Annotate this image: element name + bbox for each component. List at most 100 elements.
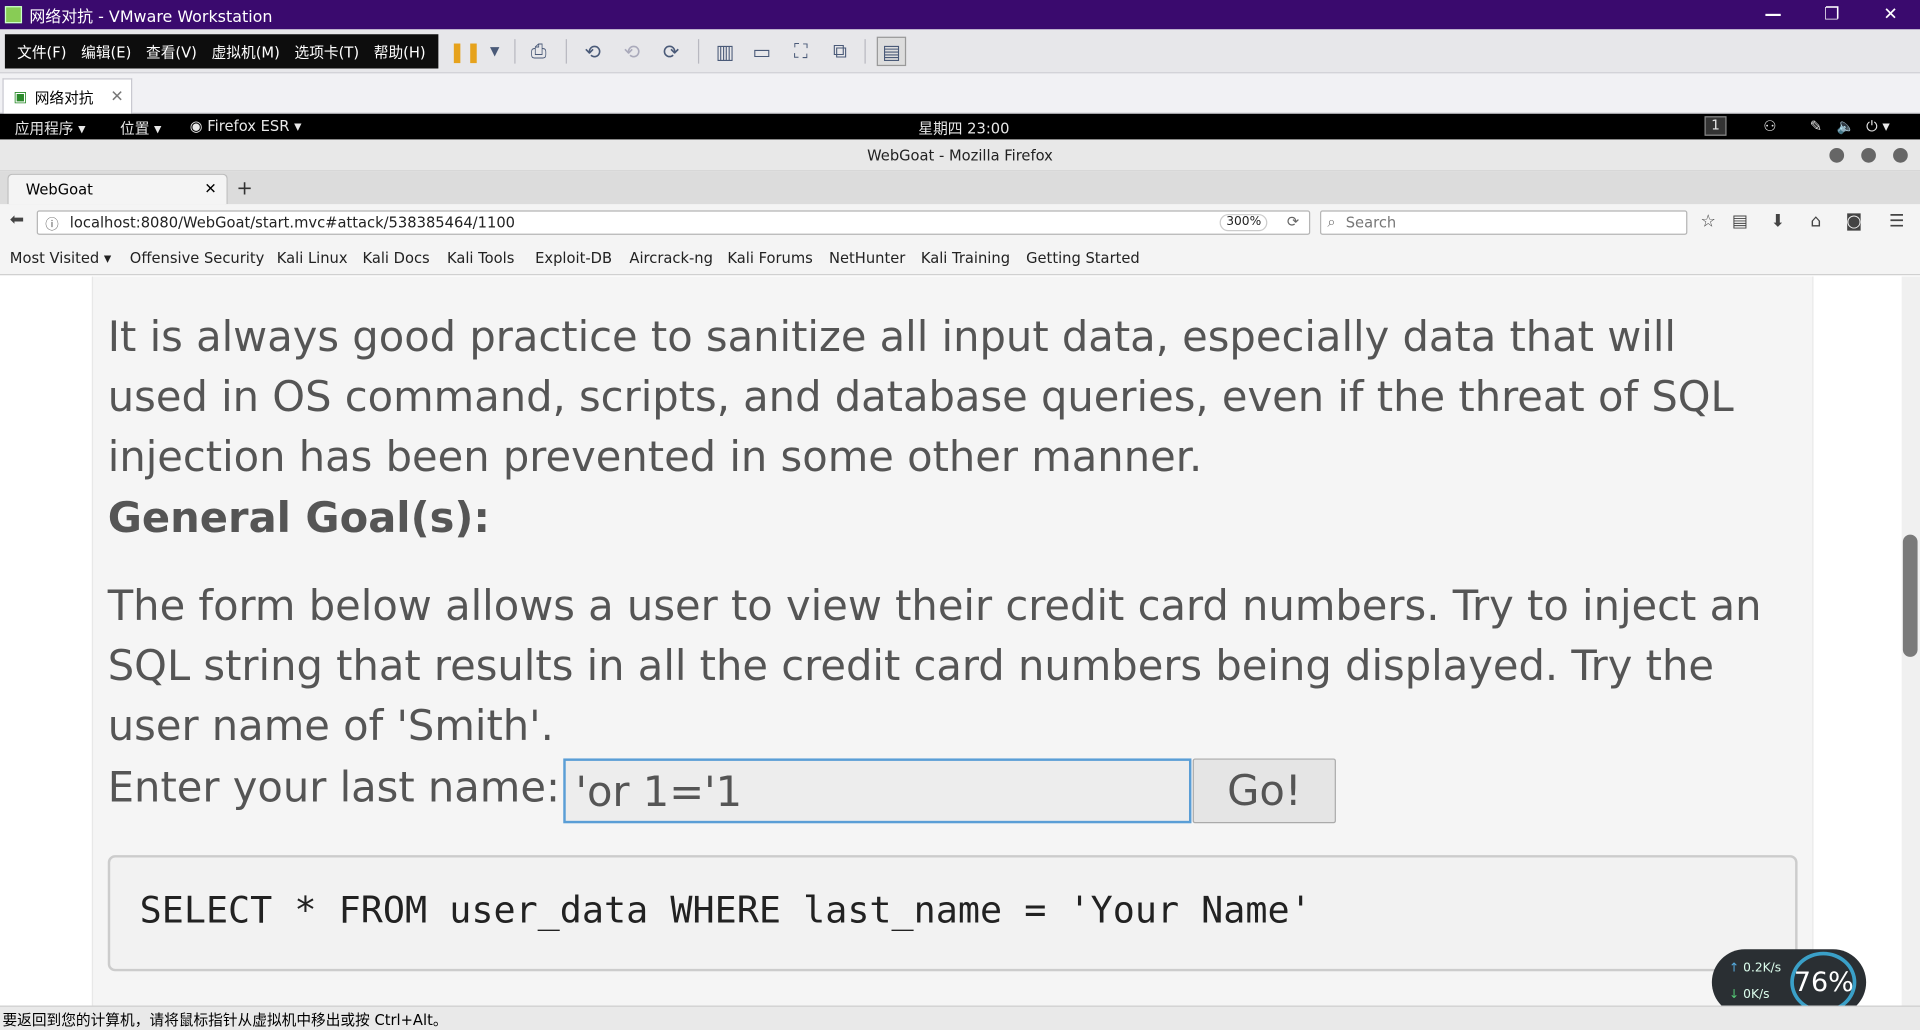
- users-icon[interactable]: ⚇: [1763, 117, 1776, 134]
- ff-close-icon[interactable]: [1893, 148, 1908, 163]
- kali-top-panel: 应用程序 ▾ 位置 ▾ ◉ Firefox ESR ▾ 星期四 23:00 1 …: [0, 113, 1920, 140]
- status-message: 要返回到您的计算机，请将鼠标指针从虚拟机中移出或按 Ctrl+Alt。: [2, 1011, 448, 1029]
- home-icon[interactable]: ⌂: [1805, 212, 1827, 234]
- menu-tabs[interactable]: 选项卡(T): [287, 41, 366, 62]
- fullscreen-icon[interactable]: ⛶: [786, 37, 815, 66]
- tab-vm-label: 网络对抗: [34, 88, 94, 106]
- bookmark-kali-docs[interactable]: Kali Docs: [362, 250, 429, 267]
- goal-line-3: user name of 'Smith'.: [107, 702, 554, 752]
- bookmark-offensive-security[interactable]: Offensive Security: [130, 250, 265, 267]
- thumbnail-view-icon[interactable]: ▤: [876, 36, 907, 67]
- downloads-icon[interactable]: ⬇: [1767, 212, 1789, 234]
- firefox-nav-bar: ⬅ ⓘ localhost:8080/WebGoat/start.mvc#att…: [0, 204, 1920, 241]
- firefox-title-bar: WebGoat - Mozilla Firefox: [0, 139, 1920, 172]
- upload-speed-value: 0.2K/s: [1743, 961, 1782, 975]
- page-content: It is always good practice to sanitize a…: [0, 276, 1902, 1006]
- firefox-tab-bar: WebGoat ✕ +: [0, 171, 1920, 205]
- revert-snapshot-icon[interactable]: ⟲: [617, 37, 646, 66]
- tab-webgoat-title: WebGoat: [25, 181, 93, 199]
- bookmark-kali-training[interactable]: Kali Training: [921, 250, 1010, 267]
- close-icon[interactable]: ✕: [110, 87, 123, 105]
- bookmark-exploit-db[interactable]: Exploit-DB: [535, 250, 612, 267]
- bookmarks-toolbar: Most Visited ▾ Offensive Security Kali L…: [0, 240, 1920, 276]
- vmware-tab-bar: ▣ 网络对抗 ✕: [0, 73, 1920, 114]
- close-icon[interactable]: ✕: [204, 180, 216, 197]
- upload-arrow-icon: ↑: [1728, 961, 1740, 975]
- firefox-menu[interactable]: ◉ Firefox ESR ▾: [190, 117, 302, 134]
- bookmark-most-visited[interactable]: Most Visited ▾: [10, 250, 111, 267]
- bookmark-getting-started[interactable]: Getting Started: [1026, 250, 1140, 267]
- volume-icon[interactable]: 🔈: [1837, 117, 1855, 134]
- applications-menu[interactable]: 应用程序 ▾: [15, 117, 86, 138]
- workspace-indicator[interactable]: 1: [1704, 116, 1727, 136]
- zoom-indicator[interactable]: 300%: [1220, 214, 1268, 232]
- close-button[interactable]: ✕: [1861, 0, 1920, 29]
- ff-minimize-icon[interactable]: [1829, 148, 1845, 163]
- download-speed: ↓ 0K/s: [1729, 988, 1770, 1001]
- restore-button[interactable]: ❐: [1802, 0, 1861, 29]
- sql-query-display: SELECT * FROM user_data WHERE last_name …: [107, 855, 1798, 972]
- menu-view[interactable]: 查看(V): [139, 41, 205, 62]
- vmware-title-bar: 网络对抗 - VMware Workstation — ❐ ✕: [0, 0, 1920, 30]
- last-name-label: Enter your last name:: [107, 763, 561, 813]
- goal-line-2: SQL string that results in all the credi…: [107, 642, 1714, 692]
- url-text: localhost:8080/WebGoat/start.mvc#attack/…: [69, 214, 516, 232]
- url-bar[interactable]: ⓘ localhost:8080/WebGoat/start.mvc#attac…: [36, 210, 1311, 235]
- reading-list-icon[interactable]: ▤: [1729, 212, 1751, 234]
- pen-icon[interactable]: ✎: [1810, 117, 1822, 134]
- vmware-toolbar: 文件(F) 编辑(E) 查看(V) 虚拟机(M) 选项卡(T) 帮助(H) ❚❚…: [0, 29, 1920, 74]
- unity-icon[interactable]: ⧉: [825, 37, 854, 66]
- bookmark-kali-linux[interactable]: Kali Linux: [277, 250, 348, 267]
- firefox-window-title: WebGoat - Mozilla Firefox: [867, 146, 1053, 164]
- vmware-menu-bar: 文件(F) 编辑(E) 查看(V) 虚拟机(M) 选项卡(T) 帮助(H): [4, 34, 438, 69]
- upload-speed: ↑ 0.2K/s: [1729, 962, 1781, 975]
- send-ctrl-alt-del-icon[interactable]: ⎙: [524, 37, 553, 66]
- snapshot-icon[interactable]: ⟲: [578, 37, 607, 66]
- ff-maximize-icon[interactable]: [1861, 148, 1876, 163]
- search-input[interactable]: ⌕ Search: [1320, 210, 1688, 235]
- goal-line-1: The form below allows a user to view the…: [107, 582, 1762, 632]
- usage-percent: 76%: [1790, 951, 1857, 1013]
- console-view-icon[interactable]: ▭: [747, 37, 776, 66]
- download-arrow-icon: ↓: [1728, 988, 1740, 1002]
- bookmark-star-icon[interactable]: ☆: [1697, 212, 1719, 234]
- sidebar-icon[interactable]: ▥: [710, 37, 739, 66]
- intro-line-3: injection has been prevented in some oth…: [107, 433, 1203, 482]
- back-icon[interactable]: ⬅: [10, 210, 24, 230]
- minimize-button[interactable]: —: [1744, 0, 1803, 29]
- firefox-menu-label: Firefox ESR ▾: [207, 117, 302, 135]
- info-icon[interactable]: ⓘ: [45, 214, 58, 234]
- last-name-input[interactable]: 'or 1='1: [563, 758, 1192, 824]
- bookmark-kali-forums[interactable]: Kali Forums: [727, 250, 812, 267]
- download-speed-value: 0K/s: [1743, 988, 1770, 1002]
- go-button[interactable]: Go!: [1192, 758, 1336, 824]
- menu-vm[interactable]: 虚拟机(M): [204, 41, 287, 62]
- pause-icon[interactable]: ❚❚: [449, 37, 482, 66]
- vm-icon: ▣: [13, 88, 28, 106]
- vmware-window-title: 网络对抗 - VMware Workstation: [29, 7, 273, 27]
- intro-paragraph: It is always good practice to sanitize a…: [108, 308, 1734, 488]
- menu-hamburger-icon[interactable]: ☰: [1886, 212, 1908, 234]
- bookmark-kali-tools[interactable]: Kali Tools: [447, 250, 514, 267]
- clock[interactable]: 星期四 23:00: [918, 117, 1009, 138]
- power-icon[interactable]: ⏻ ▾: [1866, 117, 1890, 135]
- menu-edit[interactable]: 编辑(E): [74, 41, 139, 62]
- reload-icon[interactable]: ⟳: [1287, 213, 1299, 230]
- scroll-thumb[interactable]: [1902, 534, 1918, 657]
- snapshot-manager-icon[interactable]: ⟳: [656, 37, 685, 66]
- pocket-icon[interactable]: ◙: [1843, 212, 1865, 234]
- tab-webgoat[interactable]: WebGoat ✕: [7, 173, 228, 205]
- places-menu[interactable]: 位置 ▾: [120, 117, 161, 138]
- intro-line-2: used in OS command, scripts, and databas…: [107, 373, 1734, 423]
- vmware-app-icon: [4, 6, 23, 24]
- goal-heading: General Goal(s):: [107, 494, 491, 544]
- bookmark-nethunter[interactable]: NetHunter: [829, 250, 905, 267]
- menu-help[interactable]: 帮助(H): [366, 41, 433, 62]
- goal-paragraph: The form below allows a user to view the…: [108, 577, 1762, 757]
- search-placeholder: Search: [1345, 214, 1397, 232]
- bookmark-aircrack-ng[interactable]: Aircrack-ng: [629, 250, 713, 267]
- tab-vm[interactable]: ▣ 网络对抗 ✕: [2, 78, 133, 114]
- chevron-down-icon[interactable]: ▼: [480, 37, 509, 66]
- menu-file[interactable]: 文件(F): [10, 41, 74, 62]
- new-tab-icon[interactable]: +: [236, 176, 252, 199]
